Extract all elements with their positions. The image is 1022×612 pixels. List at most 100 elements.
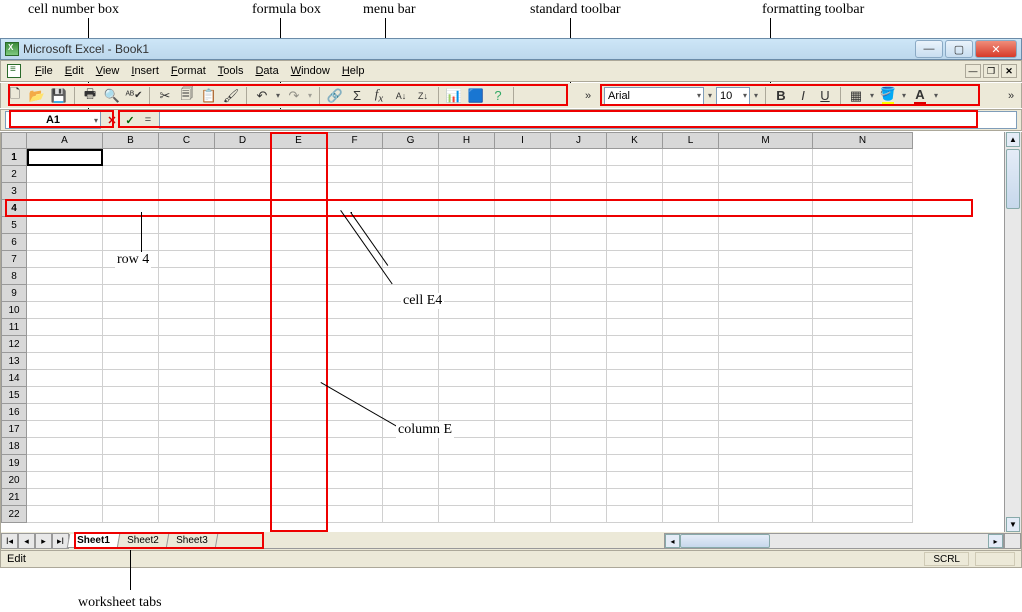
cell-J2[interactable] bbox=[551, 166, 607, 183]
formatting-toolbar-more[interactable]: » bbox=[1005, 86, 1017, 106]
cell-L22[interactable] bbox=[663, 506, 719, 523]
cell-K18[interactable] bbox=[607, 438, 663, 455]
cell-C18[interactable] bbox=[159, 438, 215, 455]
close-button[interactable]: ✕ bbox=[975, 40, 1017, 58]
cell-I12[interactable] bbox=[495, 336, 551, 353]
cell-E9[interactable] bbox=[271, 285, 327, 302]
horizontal-scrollbar[interactable]: ◂ ▸ bbox=[664, 533, 1004, 549]
cell-K4[interactable] bbox=[607, 200, 663, 217]
cell-I17[interactable] bbox=[495, 421, 551, 438]
cell-A16[interactable] bbox=[27, 404, 103, 421]
cell-G14[interactable] bbox=[383, 370, 439, 387]
cell-M20[interactable] bbox=[719, 472, 813, 489]
fill-color-button[interactable]: 🪣 bbox=[878, 86, 898, 106]
cell-L13[interactable] bbox=[663, 353, 719, 370]
cell-H12[interactable] bbox=[439, 336, 495, 353]
cell-C20[interactable] bbox=[159, 472, 215, 489]
sheet-tab-sheet3[interactable]: Sheet3 bbox=[165, 534, 217, 548]
cell-B19[interactable] bbox=[103, 455, 159, 472]
cell-N13[interactable] bbox=[813, 353, 913, 370]
borders-dropdown[interactable]: ▾ bbox=[868, 86, 876, 106]
cell-G19[interactable] bbox=[383, 455, 439, 472]
cell-L18[interactable] bbox=[663, 438, 719, 455]
cell-B11[interactable] bbox=[103, 319, 159, 336]
hyperlink-button[interactable]: 🔗 bbox=[325, 86, 345, 106]
font-size-dropdown[interactable]: ▾ bbox=[706, 86, 714, 106]
row-header-13[interactable]: 13 bbox=[1, 353, 27, 370]
cell-H22[interactable] bbox=[439, 506, 495, 523]
cell-F11[interactable] bbox=[327, 319, 383, 336]
cell-E12[interactable] bbox=[271, 336, 327, 353]
cell-E11[interactable] bbox=[271, 319, 327, 336]
row-header-4[interactable]: 4 bbox=[1, 200, 27, 217]
row-header-16[interactable]: 16 bbox=[1, 404, 27, 421]
cell-D6[interactable] bbox=[215, 234, 271, 251]
row-header-9[interactable]: 9 bbox=[1, 285, 27, 302]
column-header-C[interactable]: C bbox=[159, 132, 215, 149]
cell-N2[interactable] bbox=[813, 166, 913, 183]
cell-K2[interactable] bbox=[607, 166, 663, 183]
cell-C21[interactable] bbox=[159, 489, 215, 506]
cell-M4[interactable] bbox=[719, 200, 813, 217]
row-header-1[interactable]: 1 bbox=[1, 149, 27, 166]
cell-E18[interactable] bbox=[271, 438, 327, 455]
save-button[interactable]: 💾 bbox=[49, 86, 69, 106]
help-button[interactable]: ? bbox=[488, 86, 508, 106]
cell-B8[interactable] bbox=[103, 268, 159, 285]
cell-G15[interactable] bbox=[383, 387, 439, 404]
cell-N16[interactable] bbox=[813, 404, 913, 421]
cell-A7[interactable] bbox=[27, 251, 103, 268]
column-header-F[interactable]: F bbox=[327, 132, 383, 149]
cell-H21[interactable] bbox=[439, 489, 495, 506]
cell-A4[interactable] bbox=[27, 200, 103, 217]
cell-J21[interactable] bbox=[551, 489, 607, 506]
cell-K11[interactable] bbox=[607, 319, 663, 336]
cell-E13[interactable] bbox=[271, 353, 327, 370]
cell-D11[interactable] bbox=[215, 319, 271, 336]
cell-I10[interactable] bbox=[495, 302, 551, 319]
mdi-minimize-button[interactable]: — bbox=[965, 64, 981, 78]
cell-B1[interactable] bbox=[103, 149, 159, 166]
cell-B4[interactable] bbox=[103, 200, 159, 217]
cell-L6[interactable] bbox=[663, 234, 719, 251]
row-header-12[interactable]: 12 bbox=[1, 336, 27, 353]
cell-E6[interactable] bbox=[271, 234, 327, 251]
cell-N6[interactable] bbox=[813, 234, 913, 251]
cell-M11[interactable] bbox=[719, 319, 813, 336]
scroll-thumb-h[interactable] bbox=[680, 534, 770, 548]
cell-A14[interactable] bbox=[27, 370, 103, 387]
cell-M2[interactable] bbox=[719, 166, 813, 183]
cut-button[interactable]: ✂ bbox=[155, 86, 175, 106]
cell-M1[interactable] bbox=[719, 149, 813, 166]
cell-K5[interactable] bbox=[607, 217, 663, 234]
cell-L1[interactable] bbox=[663, 149, 719, 166]
font-color-dropdown[interactable]: ▾ bbox=[932, 86, 940, 106]
cell-A8[interactable] bbox=[27, 268, 103, 285]
cell-C2[interactable] bbox=[159, 166, 215, 183]
cell-F19[interactable] bbox=[327, 455, 383, 472]
cell-K1[interactable] bbox=[607, 149, 663, 166]
cell-A10[interactable] bbox=[27, 302, 103, 319]
cell-L14[interactable] bbox=[663, 370, 719, 387]
cell-C8[interactable] bbox=[159, 268, 215, 285]
cell-L3[interactable] bbox=[663, 183, 719, 200]
cell-M15[interactable] bbox=[719, 387, 813, 404]
menu-edit[interactable]: Edit bbox=[59, 63, 90, 79]
row-header-14[interactable]: 14 bbox=[1, 370, 27, 387]
spelling-button[interactable]: ᴬᴮ✔ bbox=[124, 86, 144, 106]
standard-toolbar-more[interactable]: » bbox=[582, 86, 594, 106]
cell-A21[interactable] bbox=[27, 489, 103, 506]
cell-B2[interactable] bbox=[103, 166, 159, 183]
print-button[interactable]: 🖶 bbox=[80, 86, 100, 106]
cell-N10[interactable] bbox=[813, 302, 913, 319]
cell-C14[interactable] bbox=[159, 370, 215, 387]
cell-M16[interactable] bbox=[719, 404, 813, 421]
cell-B20[interactable] bbox=[103, 472, 159, 489]
cell-B18[interactable] bbox=[103, 438, 159, 455]
italic-button[interactable]: I bbox=[793, 86, 813, 106]
undo-button[interactable]: ↶ bbox=[252, 86, 272, 106]
cell-J11[interactable] bbox=[551, 319, 607, 336]
cell-I20[interactable] bbox=[495, 472, 551, 489]
column-header-H[interactable]: H bbox=[439, 132, 495, 149]
vertical-scrollbar[interactable]: ▲ ▼ bbox=[1004, 132, 1021, 532]
